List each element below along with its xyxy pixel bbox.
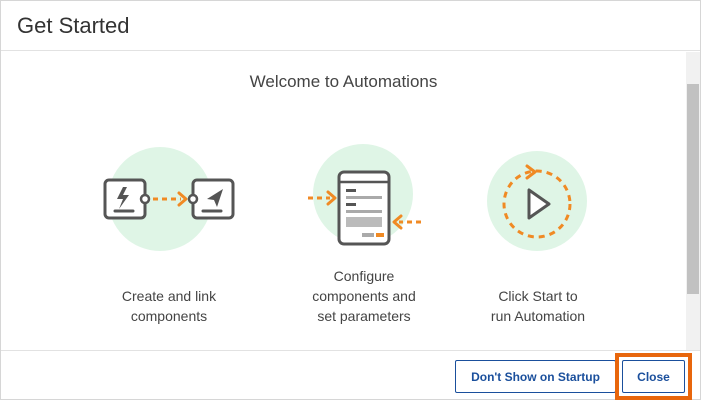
get-started-dialog: Get Started Welcome to Automations Creat… — [0, 0, 701, 400]
step-create-link — [101, 147, 241, 267]
step-start-caption: Click Start to run Automation — [490, 288, 586, 324]
dialog-footer: Don't Show on Startup Close — [1, 350, 700, 400]
dialog-header: Get Started — [1, 1, 700, 51]
welcome-heading: Welcome to Automations — [249, 72, 438, 91]
step-configure-caption: Configure components and set parameters — [312, 268, 416, 324]
play-icon — [487, 151, 587, 251]
configure-form-icon — [308, 144, 421, 246]
dont-show-on-startup-button[interactable]: Don't Show on Startup — [455, 360, 616, 393]
step-start — [487, 151, 591, 256]
step-configure — [306, 144, 426, 254]
link-components-icon — [103, 147, 235, 251]
step-create-link-caption: Create and link components — [121, 288, 217, 324]
close-button[interactable]: Close — [622, 360, 685, 393]
scrollbar-thumb[interactable] — [687, 84, 699, 294]
dialog-content: Welcome to Automations Create and link c… — [1, 52, 686, 350]
dialog-title: Get Started — [17, 13, 130, 38]
